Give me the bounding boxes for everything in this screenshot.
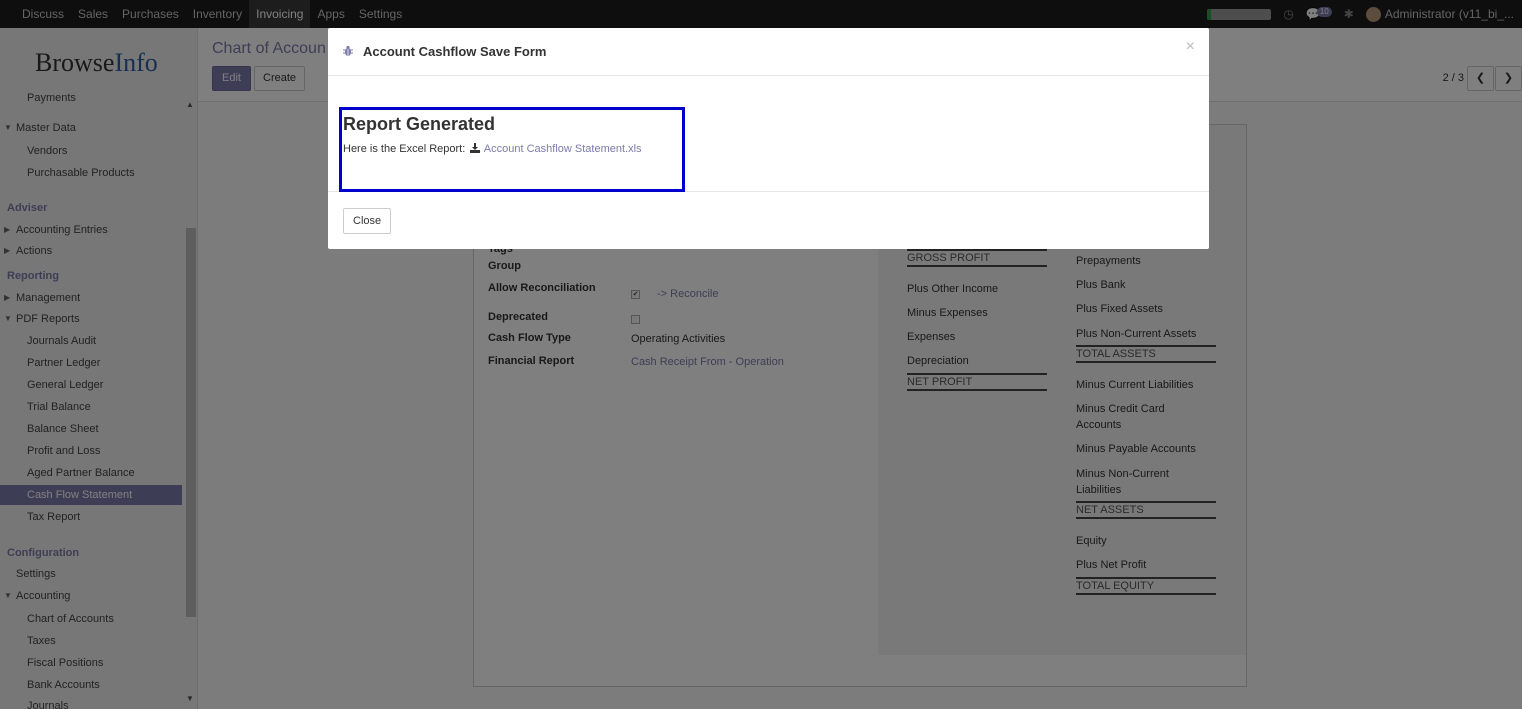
modal-header: Account Cashflow Save Form ×	[328, 28, 1209, 76]
download-icon[interactable]	[470, 143, 481, 153]
cashflow-save-dialog: Account Cashflow Save Form × Report Gene…	[328, 28, 1209, 249]
report-line: Here is the Excel Report: Account Cashfl…	[343, 143, 642, 155]
modal-title: Account Cashflow Save Form	[363, 44, 547, 59]
bug-icon	[343, 45, 353, 56]
report-download-link[interactable]: Account Cashflow Statement.xls	[484, 143, 642, 155]
close-button[interactable]: Close	[343, 208, 392, 234]
report-title: Report Generated	[343, 114, 496, 134]
report-prefix: Here is the Excel Report:	[343, 143, 466, 155]
close-icon[interactable]: ×	[1186, 38, 1195, 56]
modal-body: Report Generated Here is the Excel Repor…	[328, 76, 1209, 192]
